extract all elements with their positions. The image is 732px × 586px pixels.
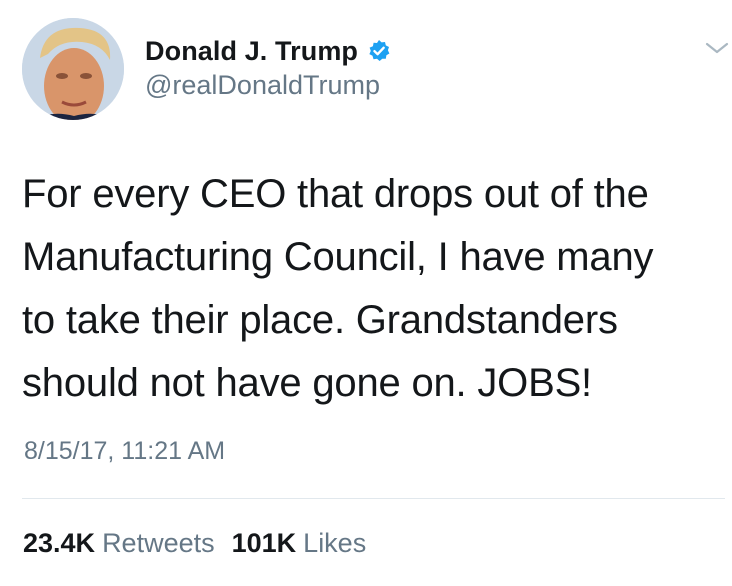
retweets-label: Retweets bbox=[102, 528, 215, 558]
profile-photo-icon bbox=[22, 18, 124, 120]
divider bbox=[22, 498, 725, 499]
verified-badge-icon bbox=[367, 39, 391, 63]
likes-label: Likes bbox=[303, 528, 367, 558]
chevron-down-icon[interactable] bbox=[703, 38, 731, 58]
retweets-count: 23.4K bbox=[23, 528, 96, 558]
tweet-stats: 23.4K Retweets 101K Likes bbox=[23, 528, 366, 559]
display-name-row: Donald J. Trump bbox=[145, 34, 391, 68]
author-names: Donald J. Trump @realDonaldTrump bbox=[145, 34, 391, 101]
tweet-header: Donald J. Trump @realDonaldTrump bbox=[20, 18, 729, 122]
avatar[interactable] bbox=[22, 18, 124, 120]
retweets-stat[interactable]: 23.4K Retweets bbox=[23, 528, 215, 559]
likes-stat[interactable]: 101K Likes bbox=[232, 528, 367, 559]
tweet-timestamp[interactable]: 8/15/17, 11:21 AM bbox=[24, 437, 225, 466]
display-name[interactable]: Donald J. Trump bbox=[145, 36, 358, 67]
author-handle[interactable]: @realDonaldTrump bbox=[145, 70, 391, 101]
likes-count: 101K bbox=[231, 528, 297, 558]
tweet-text: For every CEO that drops out of the Manu… bbox=[22, 172, 654, 405]
